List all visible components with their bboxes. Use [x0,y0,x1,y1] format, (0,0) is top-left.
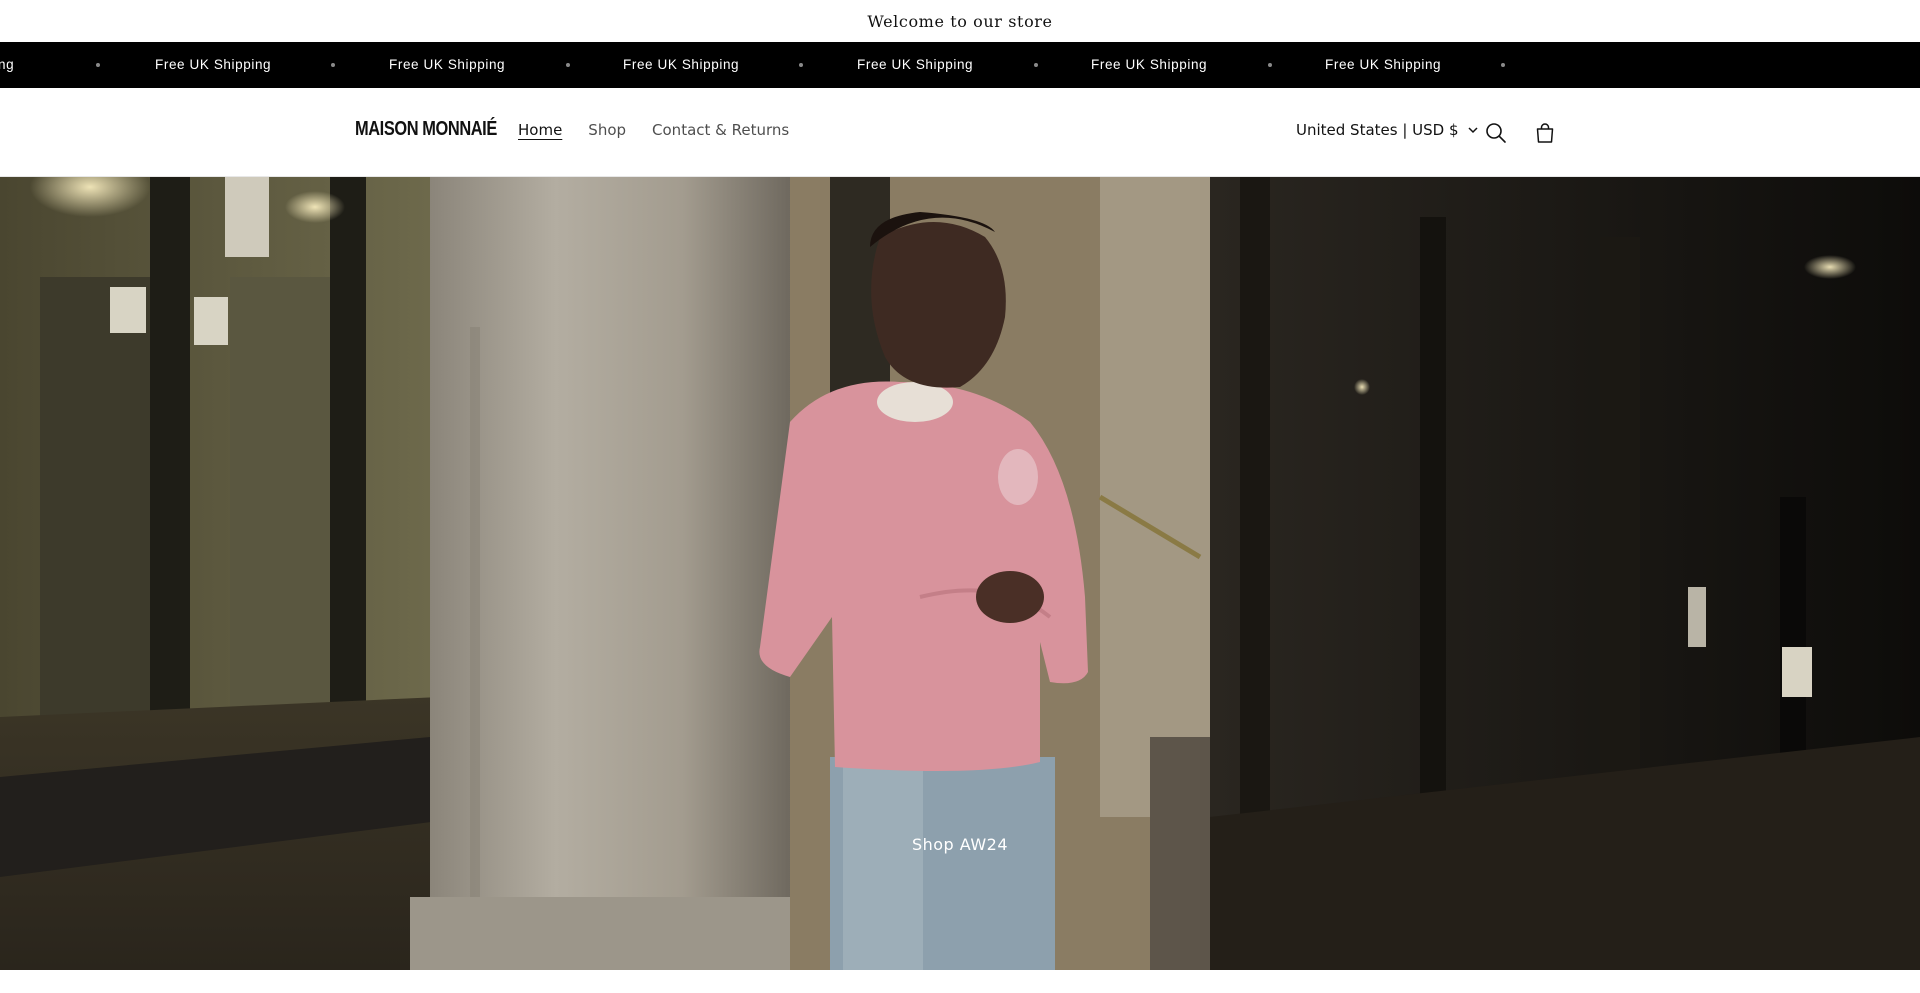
page-bottom-strip [0,970,1920,993]
marquee-separator-dot [331,63,335,67]
marquee-separator-dot [1268,63,1272,67]
marquee-item: Free UK Shipping [155,57,272,72]
marquee-item: Free UK Shipping [1091,57,1208,72]
hero-cta-shop-aw24[interactable]: Shop AW24 [0,835,1920,854]
cart-icon [1536,123,1554,143]
marquee-item: Free UK Shipping [623,57,740,72]
announcement-bar: Welcome to our store [0,0,1920,42]
main-nav: Home Shop Contact & Returns [518,121,789,139]
shipping-marquee: ng Free UK Shipping Free UK Shipping Fre… [0,42,1920,88]
marquee-separator-dot [1501,63,1505,67]
announcement-text: Welcome to our store [867,11,1053,31]
marquee-item: Free UK Shipping [389,57,506,72]
country-currency-selector[interactable]: United States | USD $ [1296,121,1479,139]
marquee-separator-dot [799,63,803,67]
search-icon [1486,123,1506,143]
marquee-item-partial: ng [0,57,15,72]
marquee-separator-dot [1034,63,1038,67]
nav-item-contact-returns[interactable]: Contact & Returns [652,121,789,139]
nav-item-shop[interactable]: Shop [588,121,626,139]
site-logo[interactable]: MAISON MONNAIÉ [355,118,497,141]
hero-banner[interactable]: Shop AW24 [0,177,1920,970]
country-selector-label: United States | USD $ [1296,121,1459,139]
marquee-item: Free UK Shipping [1325,57,1442,72]
cart-button[interactable] [1525,113,1565,153]
marquee-separator-dot [566,63,570,67]
nav-item-home[interactable]: Home [518,121,562,139]
search-button[interactable] [1476,113,1516,153]
marquee-separator-dot [96,63,100,67]
marquee-item: Free UK Shipping [857,57,974,72]
site-header: MAISON MONNAIÉ Home Shop Contact & Retur… [0,88,1920,177]
